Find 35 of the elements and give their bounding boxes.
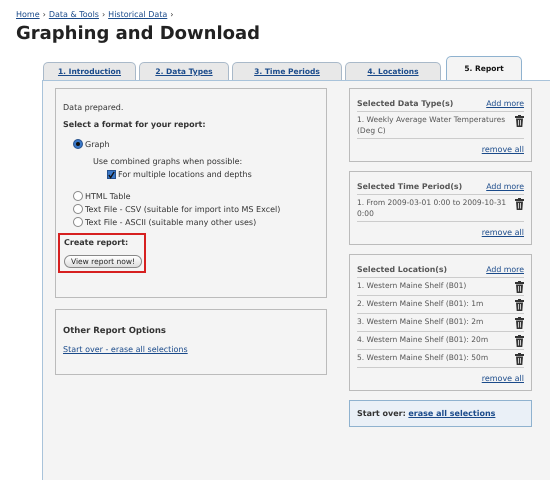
- section-heading: Select a format for your report:: [63, 120, 207, 129]
- start-over-link[interactable]: Start over - erase all selections: [63, 345, 188, 354]
- breadcrumb-separator: ›: [102, 10, 106, 19]
- breadcrumb-link[interactable]: Home: [16, 10, 40, 19]
- checkbox-label: For multiple locations and depths: [118, 170, 252, 179]
- checkbox[interactable]: [107, 170, 116, 179]
- erase-link[interactable]: erase all selections: [408, 409, 496, 418]
- status-text: Data prepared.: [63, 103, 124, 112]
- breadcrumb-separator: ›: [42, 10, 46, 19]
- section-heading: Create report:: [64, 238, 130, 247]
- trash-icon[interactable]: [515, 299, 524, 311]
- trash-icon[interactable]: [515, 198, 524, 210]
- remove-all-link[interactable]: remove all: [482, 228, 524, 237]
- page-title: Graphing and Download: [16, 23, 262, 44]
- trash-icon[interactable]: [515, 281, 524, 293]
- breadcrumb-link[interactable]: Historical Data: [108, 10, 168, 19]
- radio-label: HTML Table: [85, 192, 130, 200]
- radio-label: Text File - ASCII (suitable many other uses): [85, 218, 256, 226]
- radio-button[interactable]: [73, 204, 83, 214]
- section-heading: Other Report Options: [63, 326, 167, 336]
- radio-button[interactable]: [73, 191, 83, 201]
- radio-label: Graph: [85, 140, 110, 148]
- remove-all-link[interactable]: remove all: [482, 145, 524, 154]
- breadcrumb-link[interactable]: Data & Tools: [48, 10, 99, 19]
- trash-icon[interactable]: [515, 115, 524, 127]
- option-hint: Use combined graphs when possible:: [93, 157, 244, 166]
- radio-button[interactable]: [73, 139, 83, 149]
- trash-icon[interactable]: [515, 335, 524, 347]
- breadcrumb-separator: ›: [170, 10, 174, 19]
- remove-all-link[interactable]: remove all: [482, 374, 524, 383]
- trash-icon[interactable]: [515, 317, 524, 329]
- trash-icon[interactable]: [515, 353, 524, 365]
- radio-button[interactable]: [73, 217, 83, 227]
- start-over-label: Start over:: [357, 409, 406, 418]
- radio-label: Text File - CSV (suitable for import into MS Excel): [85, 204, 280, 214]
